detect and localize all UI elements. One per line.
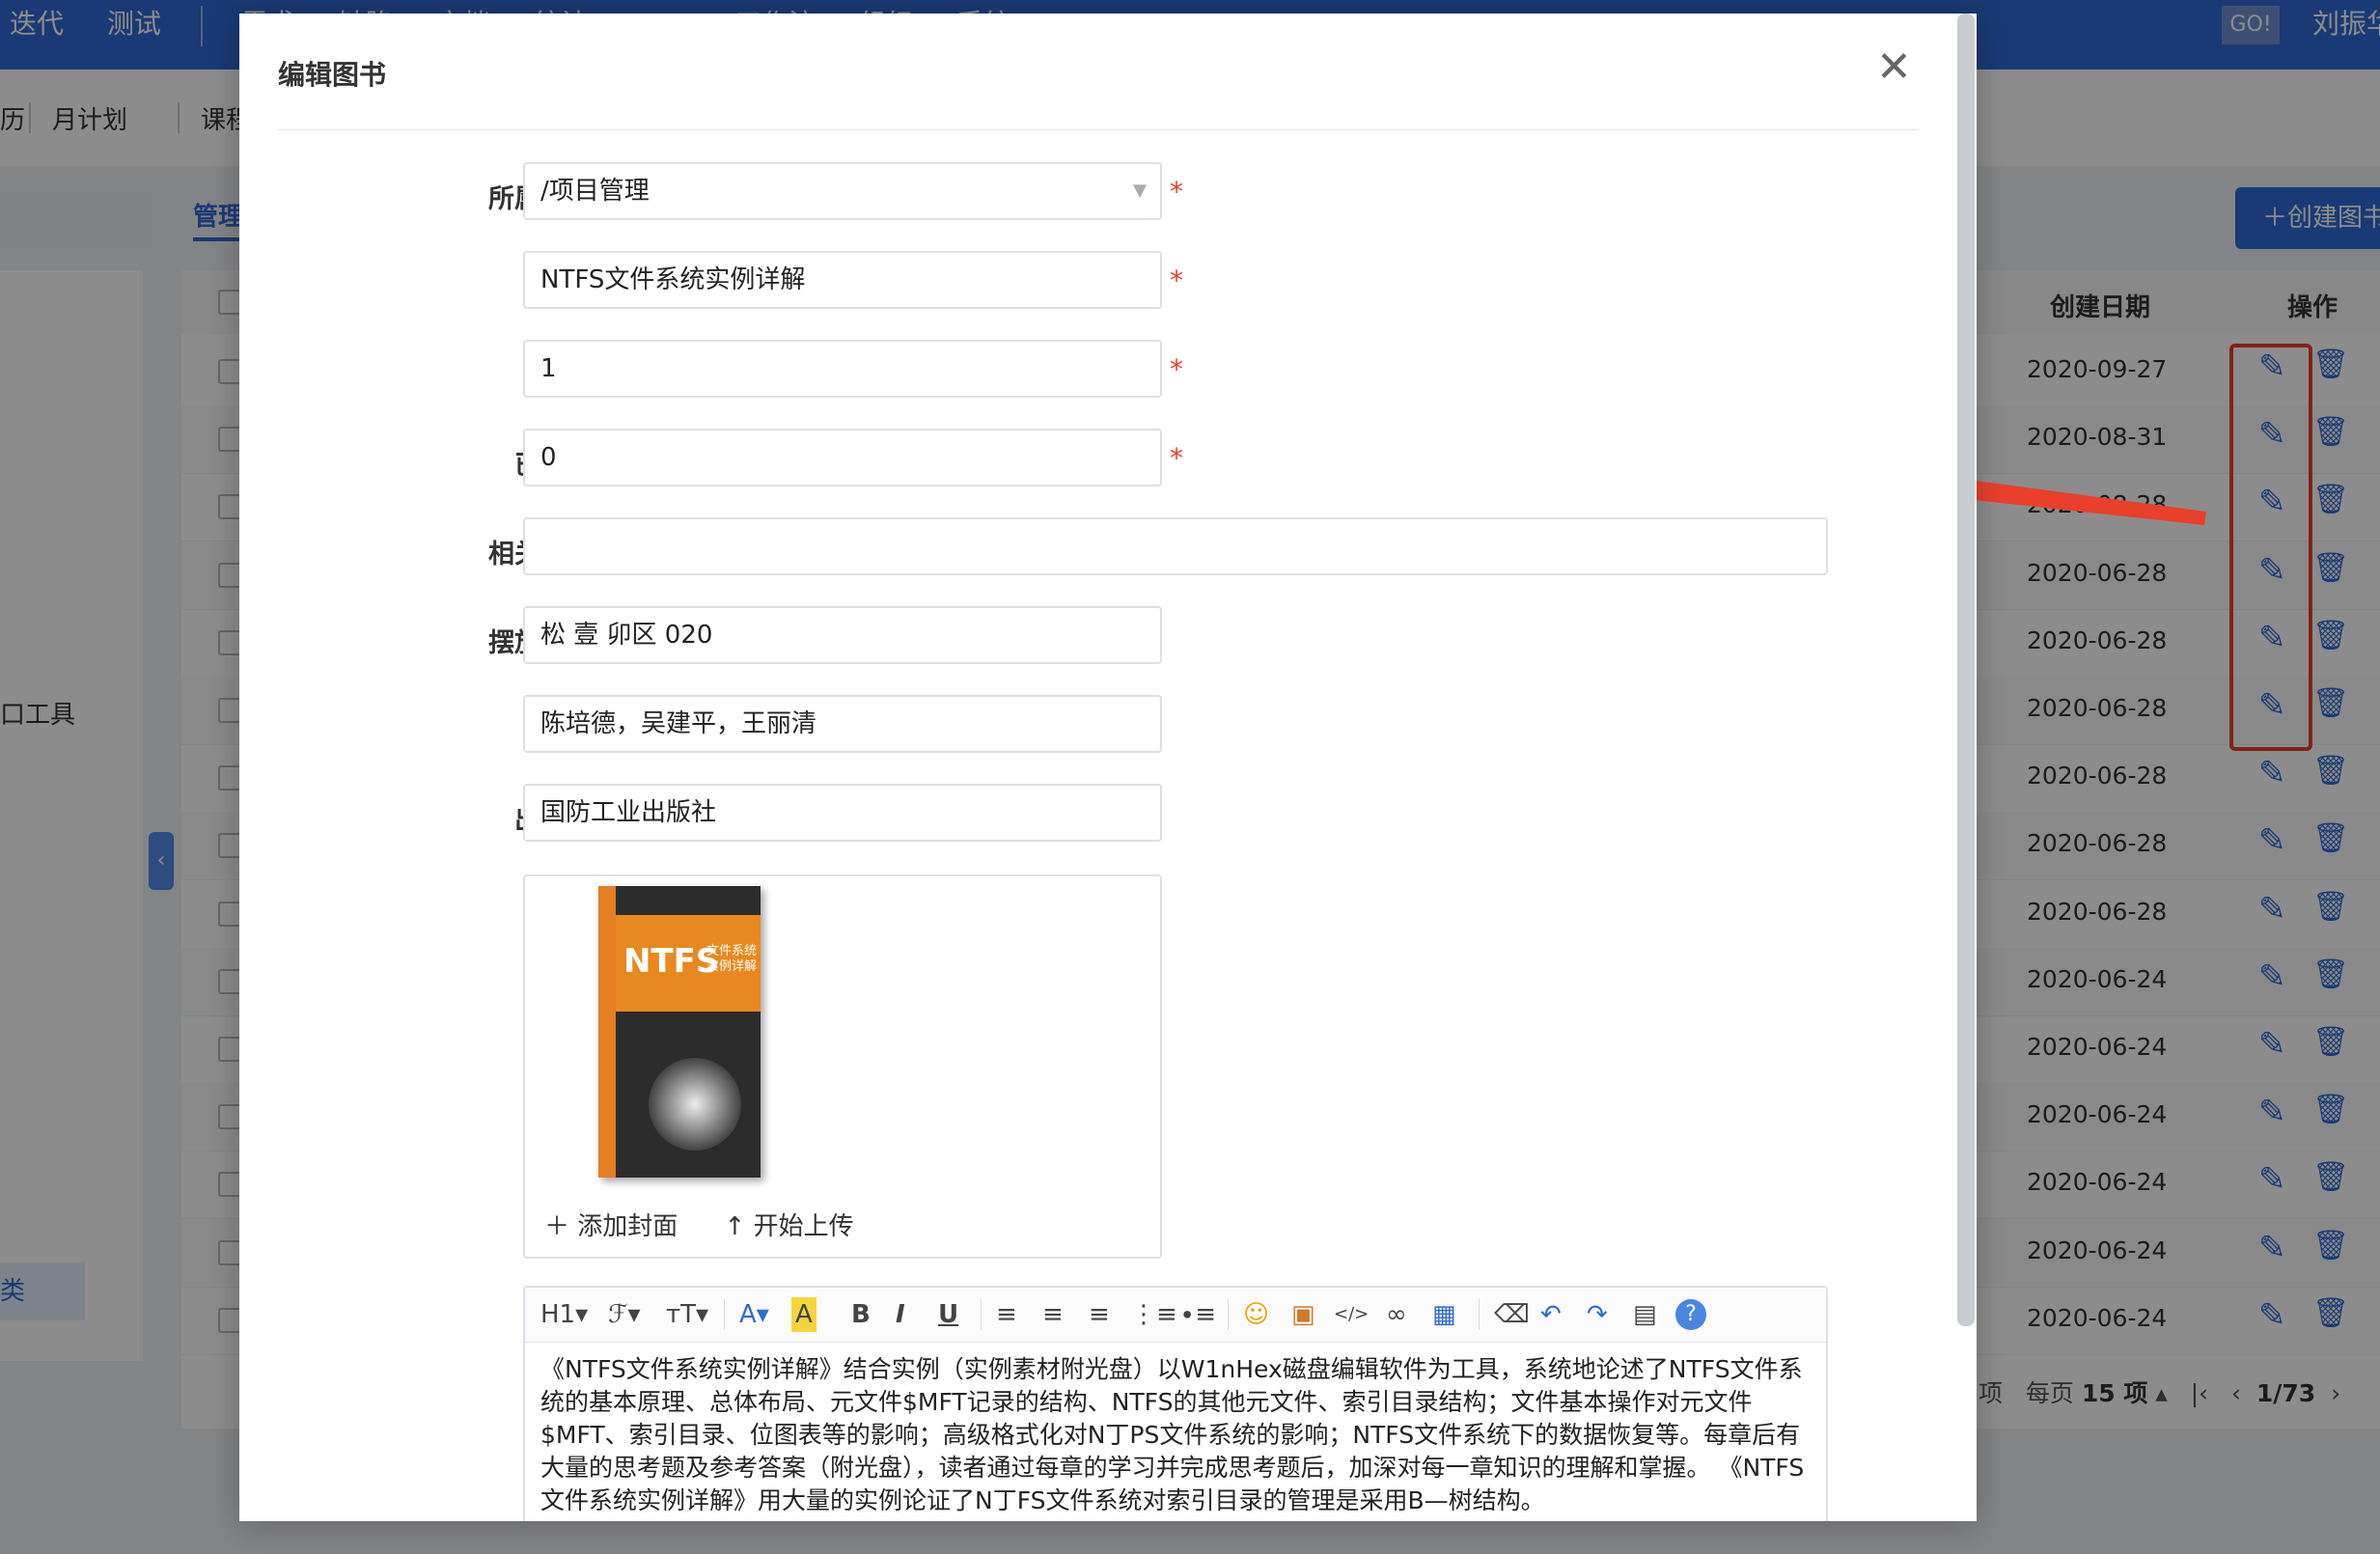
location-input[interactable]: 松 壹 卯区 020: [523, 606, 1162, 664]
toolbar-divider: [981, 1299, 982, 1330]
chevron-down-icon: ▼: [1133, 180, 1147, 201]
toolbar-divider: [1228, 1299, 1229, 1330]
publisher-input[interactable]: 国防工业出版社: [523, 784, 1162, 842]
intro-rich-text-editor[interactable]: H1▾ ℱ▾ тT▾ A▾ A B I U ≡ ≡ ≡ ⋮≡ ∙≡ ☺ ▣ </…: [523, 1286, 1828, 1521]
bold-icon[interactable]: B: [851, 1297, 871, 1332]
book-spine: [598, 886, 616, 1178]
align-right-icon[interactable]: ≡: [1089, 1297, 1110, 1332]
undo-icon[interactable]: ↶: [1540, 1297, 1562, 1332]
font-size-icon[interactable]: тT▾: [666, 1297, 708, 1332]
toolbar-divider: [724, 1299, 725, 1330]
dialog-divider: [278, 129, 1919, 130]
align-center-icon[interactable]: ≡: [1042, 1297, 1064, 1332]
underline-icon[interactable]: U: [938, 1297, 958, 1332]
editor-toolbar: H1▾ ℱ▾ тT▾ A▾ A B I U ≡ ≡ ≡ ⋮≡ ∙≡ ☺ ▣ </…: [525, 1288, 1826, 1343]
align-left-icon[interactable]: ≡: [996, 1297, 1017, 1332]
cover-actions: ＋ 添加封面 ↑ 开始上传: [544, 1207, 893, 1242]
required-mark: *: [1170, 353, 1183, 385]
edit-book-dialog: 编辑图书 ✕ 所属分类 /项目管理 ▼ * 书名 NTFS文件系统实例详解 * …: [239, 14, 1977, 1521]
book-cover-disc-graphic: [649, 1058, 741, 1151]
table-icon[interactable]: ▦: [1432, 1297, 1456, 1332]
book-name-input[interactable]: NTFS文件系统实例详解: [523, 251, 1162, 309]
eraser-icon[interactable]: ⌫: [1494, 1297, 1530, 1332]
image-icon[interactable]: ▣: [1291, 1297, 1315, 1332]
category-value: /项目管理: [540, 177, 650, 206]
author-input[interactable]: 陈培德，吴建平，王丽清: [523, 695, 1162, 753]
required-mark: *: [1170, 442, 1183, 474]
font-family-icon[interactable]: ℱ▾: [608, 1297, 641, 1332]
required-mark: *: [1170, 176, 1183, 208]
dialog-title: 编辑图书: [278, 59, 387, 91]
italic-icon[interactable]: I: [896, 1297, 905, 1332]
background-color-icon[interactable]: A: [791, 1297, 816, 1332]
cover-upload-box: NTFS 文件系统实例详解 ＋ 添加封面 ↑ 开始上传: [523, 874, 1162, 1259]
redo-icon[interactable]: ↷: [1587, 1297, 1608, 1332]
font-color-icon[interactable]: A▾: [739, 1297, 769, 1332]
category-select[interactable]: /项目管理 ▼: [523, 162, 1162, 220]
code-icon[interactable]: </>: [1334, 1297, 1369, 1332]
book-cover-subtitle: 文件系统实例详解: [706, 944, 758, 974]
required-mark: *: [1170, 264, 1183, 296]
link-icon[interactable]: ∞: [1386, 1297, 1407, 1332]
unordered-list-icon[interactable]: ∙≡: [1179, 1297, 1216, 1332]
paste-icon[interactable]: ▤: [1633, 1297, 1657, 1332]
dialog-scrollbar[interactable]: [1957, 14, 1975, 1326]
start-upload-button[interactable]: ↑ 开始上传: [725, 1212, 854, 1241]
add-cover-button[interactable]: ＋ 添加封面: [544, 1212, 678, 1241]
toolbar-divider: [1479, 1299, 1480, 1330]
heading-icon[interactable]: H1▾: [540, 1297, 588, 1332]
borrowed-input[interactable]: 0: [523, 429, 1162, 486]
close-icon[interactable]: ✕: [1876, 46, 1912, 89]
total-input[interactable]: 1: [523, 340, 1162, 398]
intro-text[interactable]: 《NTFS文件系统实例详解》结合实例（实例素材附光盘）以W1nHex磁盘编辑软件…: [540, 1353, 1814, 1517]
related-skills-input[interactable]: [523, 517, 1828, 575]
book-cover-title: NTFS: [623, 942, 720, 981]
book-cover-image: NTFS 文件系统实例详解: [598, 886, 761, 1178]
emoji-icon[interactable]: ☺: [1243, 1297, 1269, 1332]
help-icon[interactable]: ?: [1675, 1299, 1706, 1330]
ordered-list-icon[interactable]: ⋮≡: [1131, 1297, 1177, 1332]
